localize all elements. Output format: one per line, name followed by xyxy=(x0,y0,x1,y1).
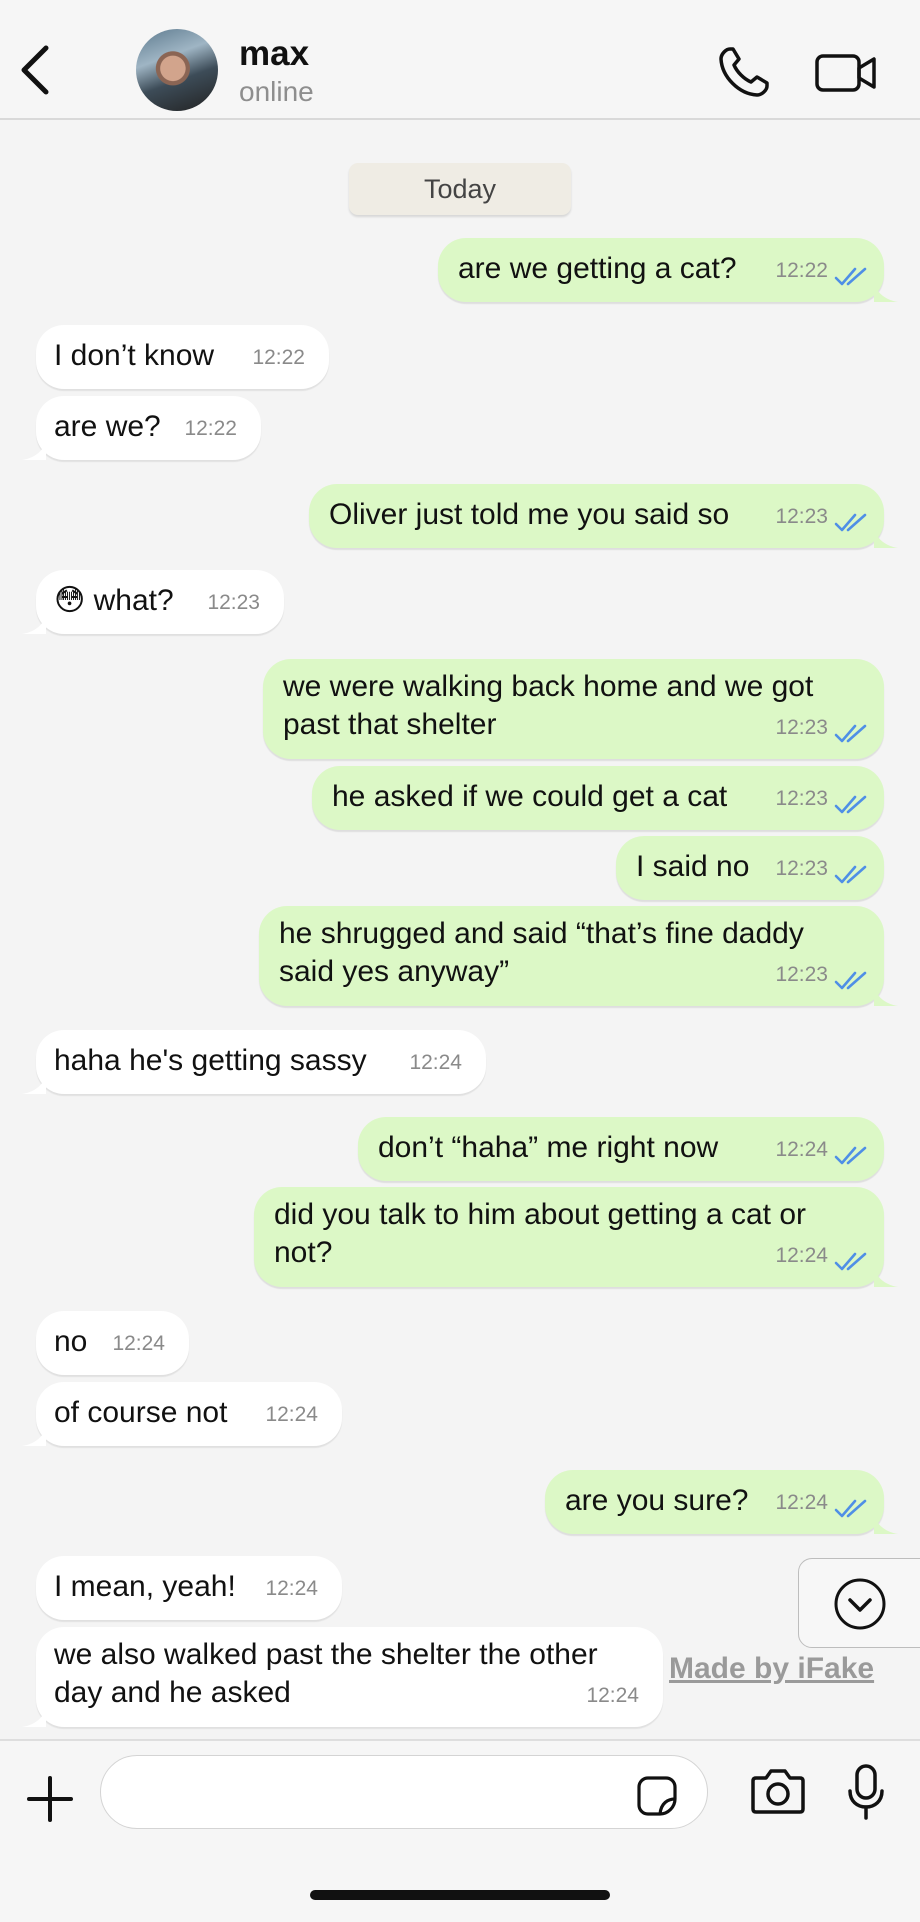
read-receipt-icon xyxy=(834,1252,867,1271)
scroll-to-bottom-button[interactable] xyxy=(798,1558,920,1648)
message-input[interactable] xyxy=(100,1755,708,1829)
message-time: 12:23 xyxy=(775,787,828,810)
message-text: 😳 what? xyxy=(54,584,174,617)
message-time: 12:23 xyxy=(775,716,828,739)
message-text: he shrugged and said “that’s fine daddy … xyxy=(279,917,804,988)
back-chevron-icon[interactable] xyxy=(14,40,58,100)
message-text: I said no xyxy=(636,850,750,883)
incoming-message[interactable]: we also walked past the shelter the othe… xyxy=(22,1627,663,1727)
microphone-icon[interactable] xyxy=(846,1763,886,1821)
read-receipt-icon xyxy=(834,267,867,286)
incoming-message[interactable]: I don’t know 12:22 xyxy=(36,325,329,389)
message-time: 12:24 xyxy=(409,1051,462,1074)
read-receipt-icon xyxy=(834,865,867,884)
message-time: 12:24 xyxy=(775,1244,828,1267)
message-time: 12:23 xyxy=(775,505,828,528)
read-receipt-icon xyxy=(834,513,867,532)
message-time: 12:24 xyxy=(775,1138,828,1161)
message-text: did you talk to him about getting a cat … xyxy=(274,1198,806,1269)
outgoing-message[interactable]: he asked if we could get a cat 12:23 xyxy=(312,766,884,830)
bubble-tail xyxy=(22,1076,46,1094)
outgoing-message[interactable]: Oliver just told me you said so 12:23 xyxy=(309,484,898,548)
message-text: are we getting a cat? xyxy=(458,252,737,285)
incoming-message[interactable]: I mean, yeah! 12:24 xyxy=(36,1556,342,1620)
outgoing-message[interactable]: he shrugged and said “that’s fine daddy … xyxy=(259,906,898,1006)
message-text: of course not xyxy=(54,1396,228,1429)
message-time: 12:22 xyxy=(252,346,305,369)
message-text: we were walking back home and we got pas… xyxy=(283,670,814,741)
camera-icon[interactable] xyxy=(750,1766,806,1818)
plus-icon[interactable] xyxy=(26,1775,74,1823)
bubble-tail xyxy=(22,1709,46,1727)
message-time: 12:24 xyxy=(112,1332,165,1355)
bubble-tail xyxy=(22,1428,46,1446)
message-time: 12:22 xyxy=(184,417,237,440)
video-camera-icon[interactable] xyxy=(814,50,878,94)
sticker-icon[interactable] xyxy=(636,1775,678,1817)
message-time: 12:24 xyxy=(586,1684,639,1707)
bubble-tail xyxy=(22,616,46,634)
incoming-message[interactable]: haha he's getting sassy 12:24 xyxy=(22,1030,486,1094)
message-text: are we? xyxy=(54,410,161,443)
bubble-tail xyxy=(874,284,898,302)
incoming-message[interactable]: 😳 what? 12:23 xyxy=(22,570,284,634)
message-time: 12:24 xyxy=(265,1403,318,1426)
chat-header: max online xyxy=(0,0,920,120)
bubble-tail xyxy=(22,442,46,460)
message-text: haha he's getting sassy xyxy=(54,1044,367,1077)
bubble-tail xyxy=(874,1516,898,1534)
read-receipt-icon xyxy=(834,795,867,814)
read-receipt-icon xyxy=(834,724,867,743)
outgoing-message[interactable]: don’t “haha” me right now 12:24 xyxy=(358,1117,884,1181)
message-text: I mean, yeah! xyxy=(54,1570,236,1603)
date-divider: Today xyxy=(349,163,571,215)
outgoing-message[interactable]: I said no 12:23 xyxy=(616,836,884,900)
scroll-down-chevron-icon xyxy=(834,1578,886,1630)
watermark: Made by iFake xyxy=(669,1652,875,1685)
message-time: 12:24 xyxy=(775,1491,828,1514)
message-time: 12:23 xyxy=(775,857,828,880)
message-time: 12:24 xyxy=(265,1577,318,1600)
message-text: he asked if we could get a cat xyxy=(332,780,728,813)
message-text: don’t “haha” me right now xyxy=(378,1131,719,1164)
message-text: we also walked past the shelter the othe… xyxy=(54,1638,598,1709)
outgoing-message[interactable]: are we getting a cat? 12:22 xyxy=(438,238,898,302)
read-receipt-icon xyxy=(834,971,867,990)
message-text: Oliver just told me you said so xyxy=(329,498,730,531)
incoming-message[interactable]: are we? 12:22 xyxy=(22,396,261,460)
avatar[interactable] xyxy=(136,29,218,111)
read-receipt-icon xyxy=(834,1146,867,1165)
phone-icon[interactable] xyxy=(716,44,772,100)
read-receipt-icon xyxy=(834,1499,867,1518)
incoming-message[interactable]: of course not 12:24 xyxy=(22,1382,342,1446)
outgoing-message[interactable]: did you talk to him about getting a cat … xyxy=(254,1187,898,1287)
contact-status: online xyxy=(239,76,314,107)
bubble-tail xyxy=(874,988,898,1006)
incoming-message[interactable]: no 12:24 xyxy=(36,1311,189,1375)
message-text: I don’t know xyxy=(54,339,215,372)
contact-name[interactable]: max xyxy=(239,34,309,74)
bubble-tail xyxy=(874,1269,898,1287)
message-text: are you sure? xyxy=(565,1484,749,1517)
outgoing-message[interactable]: are you sure? 12:24 xyxy=(545,1470,898,1534)
message-time: 12:23 xyxy=(775,963,828,986)
home-indicator xyxy=(310,1890,610,1900)
bubble-tail xyxy=(874,530,898,548)
message-text: no xyxy=(54,1325,88,1358)
outgoing-message[interactable]: we were walking back home and we got pas… xyxy=(263,659,884,759)
message-time: 12:22 xyxy=(775,259,828,282)
message-time: 12:23 xyxy=(207,591,260,614)
